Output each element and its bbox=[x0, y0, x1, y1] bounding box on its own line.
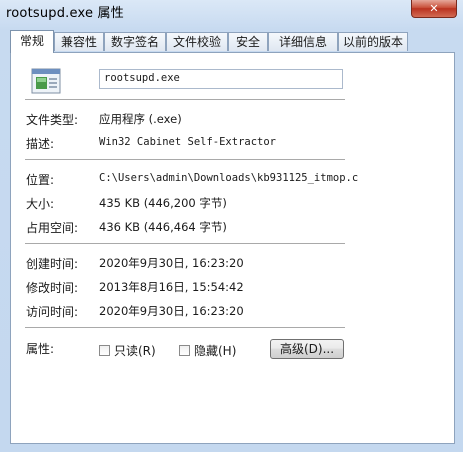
window-title: rootsupd.exe 属性 bbox=[6, 6, 124, 21]
accessed-value: 2020年9月30日, 16:23:20 bbox=[99, 304, 244, 318]
modified-value: 2013年8月16日, 15:54:42 bbox=[99, 280, 244, 294]
properties-window: rootsupd.exe 属性 ✕ 常规 兼容性 数字签名 文件校验 安全 详细… bbox=[0, 0, 463, 452]
general-panel: rootsupd.exe 文件类型: 应用程序 (.exe) 描述: Win32… bbox=[10, 52, 455, 444]
tab-security[interactable]: 安全 bbox=[228, 32, 268, 51]
description-label: 描述: bbox=[26, 137, 55, 151]
readonly-label: 只读(R) bbox=[114, 344, 156, 358]
file-type-value: 应用程序 (.exe) bbox=[99, 112, 182, 126]
close-button[interactable]: ✕ bbox=[411, 0, 457, 18]
readonly-checkbox[interactable]: 只读(R) bbox=[99, 342, 156, 359]
size-on-disk-label: 占用空间: bbox=[26, 221, 79, 235]
size-label: 大小: bbox=[26, 197, 55, 211]
tab-compatibility[interactable]: 兼容性 bbox=[54, 32, 104, 51]
checkbox-box[interactable] bbox=[99, 345, 110, 356]
tab-details[interactable]: 详细信息 bbox=[268, 32, 338, 51]
created-label: 创建时间: bbox=[26, 257, 79, 271]
size-value: 435 KB (446,200 字节) bbox=[99, 196, 227, 210]
advanced-button[interactable]: 高级(D)... bbox=[270, 339, 344, 359]
size-on-disk-value: 436 KB (446,464 字节) bbox=[99, 220, 227, 234]
tab-previous-versions[interactable]: 以前的版本 bbox=[338, 32, 408, 51]
title-bar[interactable]: rootsupd.exe 属性 ✕ bbox=[0, 0, 463, 26]
file-name-field[interactable]: rootsupd.exe bbox=[99, 69, 343, 89]
divider bbox=[25, 159, 345, 160]
file-type-label: 文件类型: bbox=[26, 113, 79, 127]
application-icon bbox=[31, 67, 63, 97]
accessed-label: 访问时间: bbox=[26, 305, 79, 319]
hidden-label: 隐藏(H) bbox=[194, 344, 237, 358]
divider bbox=[25, 327, 345, 328]
created-value: 2020年9月30日, 16:23:20 bbox=[99, 256, 244, 270]
tab-digital-signatures[interactable]: 数字签名 bbox=[104, 32, 166, 51]
checkbox-box[interactable] bbox=[179, 345, 190, 356]
divider bbox=[25, 99, 345, 100]
close-icon: ✕ bbox=[429, 2, 439, 15]
modified-label: 修改时间: bbox=[26, 281, 79, 295]
tab-strip: 常规 兼容性 数字签名 文件校验 安全 详细信息 以前的版本 bbox=[10, 30, 455, 53]
tab-file-checksum[interactable]: 文件校验 bbox=[166, 32, 228, 51]
tab-general[interactable]: 常规 bbox=[10, 30, 54, 53]
description-value: Win32 Cabinet Self-Extractor bbox=[99, 136, 277, 148]
divider bbox=[25, 243, 345, 244]
attributes-label: 属性: bbox=[26, 342, 55, 356]
location-value: C:\Users\admin\Downloads\kb931125_itmop.… bbox=[99, 172, 359, 184]
hidden-checkbox[interactable]: 隐藏(H) bbox=[179, 342, 236, 359]
location-label: 位置: bbox=[26, 173, 55, 187]
